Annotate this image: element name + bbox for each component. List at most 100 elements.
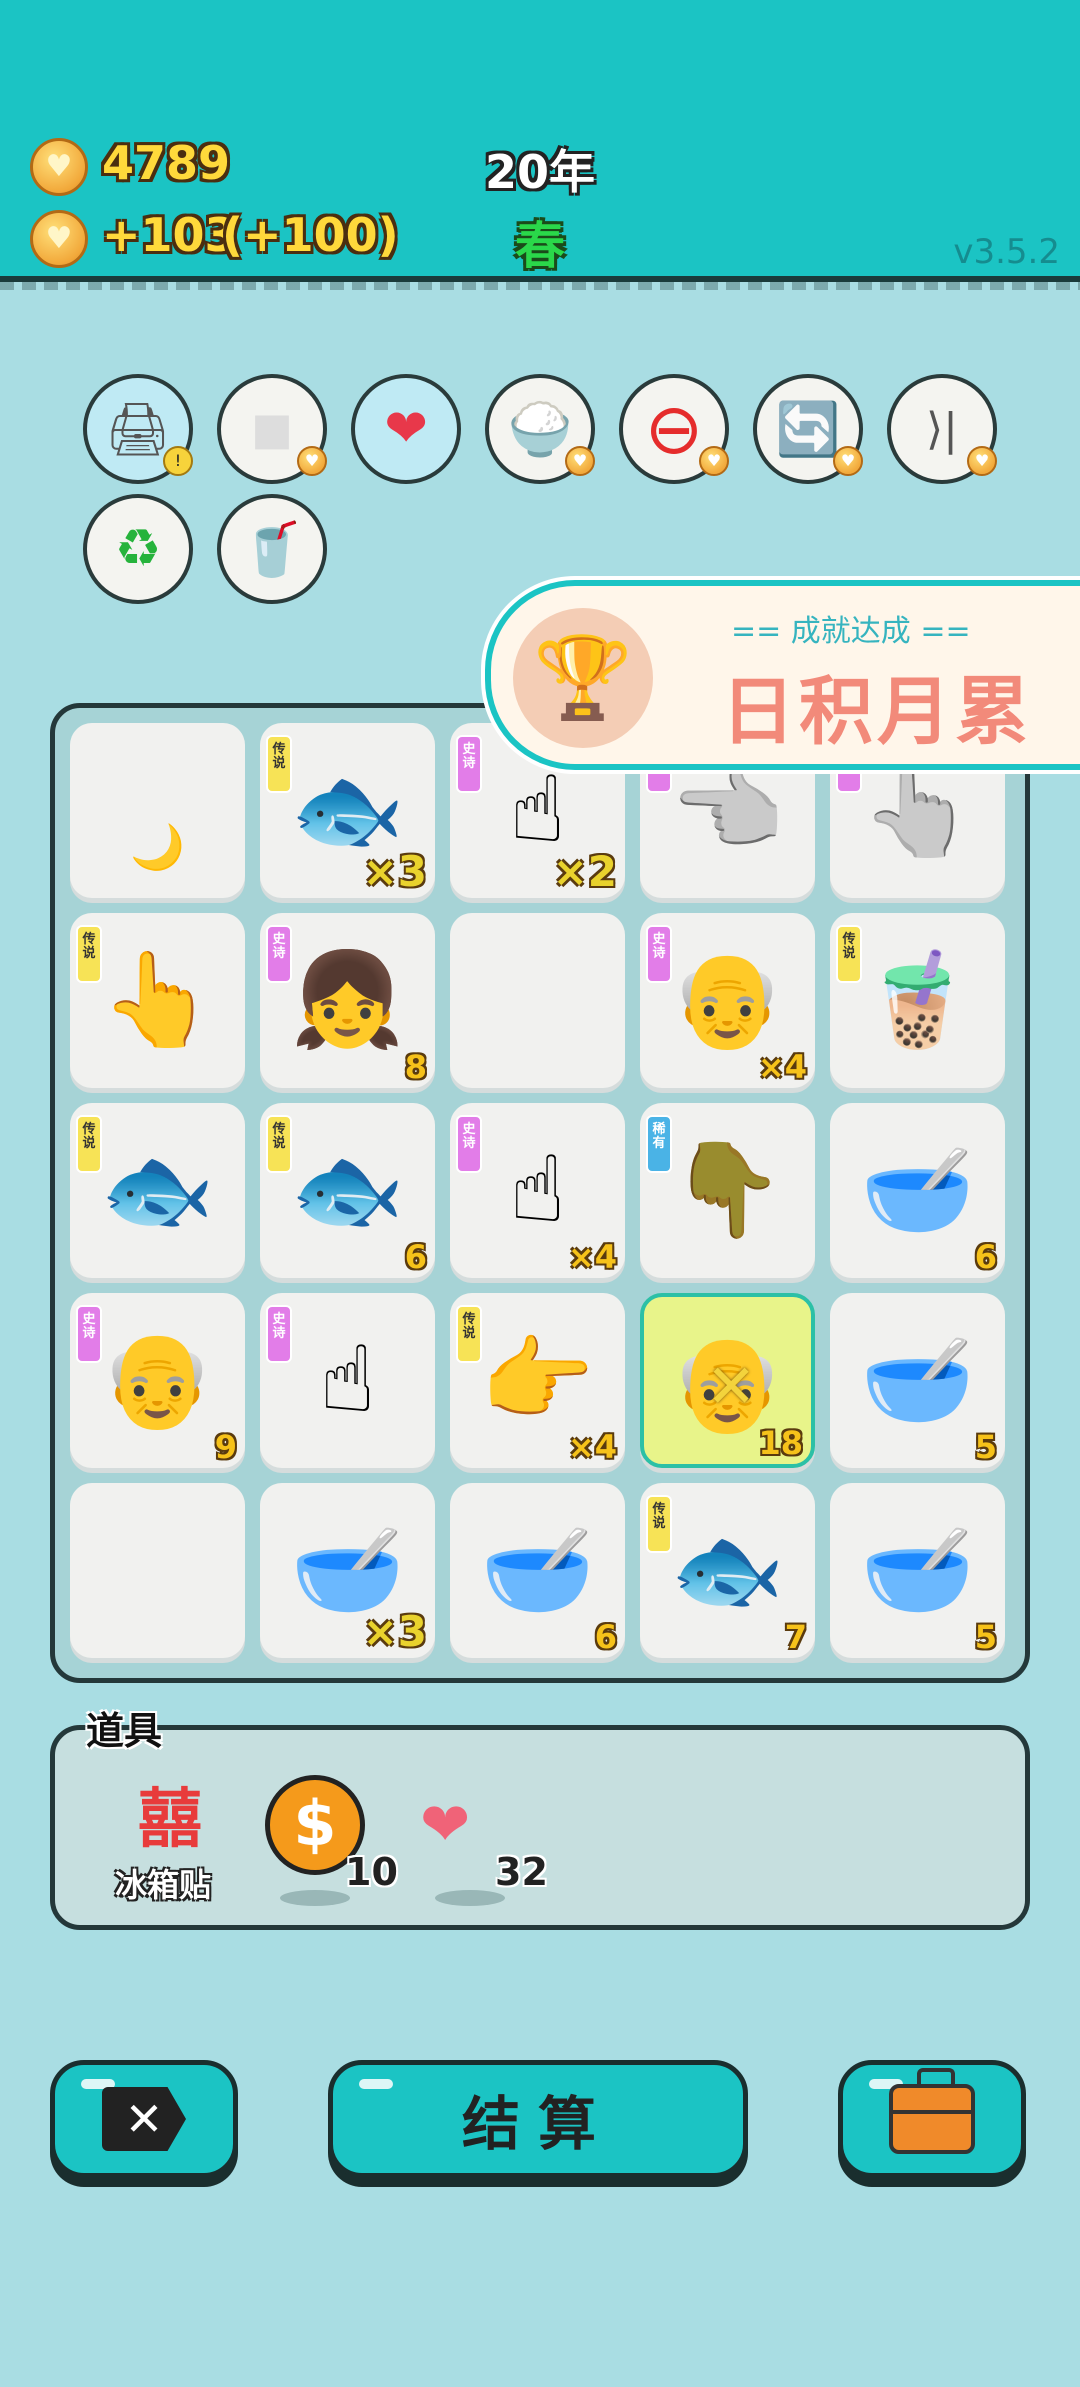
bubble-tea-tool-button[interactable]: 🥤 bbox=[217, 494, 327, 604]
sugar-cubes-tool-button[interactable]: ◼ ♥ bbox=[217, 374, 327, 484]
recycle-bag-icon: ♻ bbox=[114, 519, 162, 579]
moon-icon: 🌙 bbox=[130, 822, 185, 873]
item-count: ×4 bbox=[567, 1238, 617, 1276]
green-hat-man-icon: 👴 bbox=[100, 1326, 215, 1433]
briefcase-icon bbox=[889, 2068, 975, 2154]
pointing-hand-gray-icon: ☝ bbox=[319, 1326, 376, 1433]
board-cell[interactable]: 传说 👉 ×4 bbox=[450, 1293, 625, 1468]
version-label: v3.5.2 bbox=[953, 232, 1060, 272]
board-cell[interactable]: 史诗 ☝ bbox=[260, 1293, 435, 1468]
achievement-subtitle: == 成就达成 == bbox=[731, 614, 971, 649]
heart-fan-tool-button[interactable]: ❤ bbox=[351, 374, 461, 484]
soup-bowl-icon: 🥣 bbox=[860, 1516, 975, 1623]
board-cell[interactable]: 🥣 6 bbox=[450, 1483, 625, 1658]
pointing-hand-gold-icon: 👉 bbox=[480, 1326, 595, 1433]
props-label: 道具 bbox=[86, 1709, 163, 1753]
income-bonus: (+100) bbox=[222, 208, 399, 262]
board-cell[interactable]: 👴 18 ✕ bbox=[640, 1293, 815, 1468]
board-cell[interactable]: 稀有 👇 bbox=[640, 1103, 815, 1278]
item-count: ×2 bbox=[552, 847, 617, 896]
board-cell[interactable]: 传说 🐟 7 bbox=[640, 1483, 815, 1658]
green-hat-man-icon: 👴 bbox=[670, 946, 785, 1053]
liver-icon[interactable]: ❤ bbox=[420, 1790, 470, 1860]
item-count: 9 bbox=[214, 1428, 237, 1466]
koi-fish-icon: 🐟 bbox=[100, 1136, 215, 1243]
board-cell[interactable]: 传说 🐟 bbox=[70, 1103, 245, 1278]
remove-tool-button[interactable]: ⊖ ♥ bbox=[619, 374, 729, 484]
item-count: 7 bbox=[784, 1618, 807, 1656]
liver-prop-count: 32 bbox=[495, 1850, 548, 1894]
board-cell[interactable]: 🥣 5 bbox=[830, 1293, 1005, 1468]
board-cell[interactable]: 🥣 5 bbox=[830, 1483, 1005, 1658]
item-count: 18 bbox=[758, 1424, 803, 1462]
rice-bowl-tool-button[interactable]: 🍚 ♥ bbox=[485, 374, 595, 484]
board-cell[interactable]: 史诗 👴 9 bbox=[70, 1293, 245, 1468]
item-count: 5 bbox=[974, 1618, 997, 1656]
bag-button[interactable] bbox=[838, 2060, 1026, 2178]
soup-bowl-icon: 🥣 bbox=[480, 1516, 595, 1623]
item-count: 6 bbox=[404, 1238, 427, 1276]
board-cell[interactable]: 传说 🐟 ×3 bbox=[260, 723, 435, 898]
skip-icon: ⟩| bbox=[926, 403, 958, 455]
board-cell[interactable]: 史诗 👧 8 bbox=[260, 913, 435, 1088]
printer-tool-button[interactable]: 🖨 ! bbox=[83, 374, 193, 484]
board-cell[interactable]: 传说 👆 bbox=[70, 913, 245, 1088]
trophy-icon: 🏆 bbox=[513, 608, 653, 748]
sugar-cubes-icon: ◼ bbox=[250, 399, 294, 459]
fridge-magnet-label: 冰箱贴 bbox=[115, 1866, 212, 1904]
item-count: 8 bbox=[404, 1048, 427, 1086]
board-cell[interactable] bbox=[450, 913, 625, 1088]
settle-button[interactable]: 结算 bbox=[328, 2060, 748, 2178]
achievement-title: 日积月累 bbox=[721, 669, 1033, 755]
girl-braids-icon: 👧 bbox=[290, 946, 405, 1053]
koi-fish-icon: 🐟 bbox=[290, 1136, 405, 1243]
props-panel: 囍 冰箱贴 $ 10 ❤ 32 bbox=[50, 1725, 1030, 1930]
coin-badge-icon: ♥ bbox=[565, 446, 595, 476]
printer-icon: 🖨 bbox=[104, 399, 171, 460]
board-cell[interactable]: 传说 🐟 6 bbox=[260, 1103, 435, 1278]
koi-fish-icon: 🐟 bbox=[670, 1516, 785, 1623]
refresh-tool-button[interactable]: 🔄 ♥ bbox=[753, 374, 863, 484]
exit-icon: ✕ bbox=[102, 2087, 186, 2151]
board-cell[interactable]: 🥣 6 bbox=[830, 1103, 1005, 1278]
achievement-toast: 🏆 == 成就达成 == 日积月累 bbox=[485, 580, 1080, 770]
fridge-magnet-icon[interactable]: 囍 bbox=[130, 1785, 210, 1855]
sparkle-cross-icon: ✕ bbox=[706, 1352, 757, 1422]
soup-bowl-icon: 🥣 bbox=[860, 1326, 975, 1433]
bubble-tea-icon: 🥤 bbox=[239, 519, 305, 580]
year-label: 20年 bbox=[484, 145, 595, 199]
item-count: ×3 bbox=[362, 847, 427, 896]
exit-button[interactable]: ✕ bbox=[50, 2060, 238, 2178]
item-count: ×4 bbox=[757, 1048, 807, 1086]
board-cell[interactable]: 🥣 ×3 bbox=[260, 1483, 435, 1658]
pointing-hand-brown-icon: 👇 bbox=[670, 1136, 785, 1243]
warning-icon: ! bbox=[163, 446, 193, 476]
coin-badge-icon: ♥ bbox=[967, 446, 997, 476]
pointing-hand-gold-icon: 👆 bbox=[100, 946, 215, 1053]
rice-bowl-icon: 🍚 bbox=[507, 399, 573, 460]
coin-badge-icon: ♥ bbox=[833, 446, 863, 476]
coin-shadow bbox=[280, 1890, 350, 1906]
pointing-hand-gray-icon: 👆 bbox=[860, 756, 975, 863]
board-cell[interactable] bbox=[70, 1483, 245, 1658]
item-count: 5 bbox=[974, 1428, 997, 1466]
recycle-bag-tool-button[interactable]: ♻ bbox=[83, 494, 193, 604]
skip-tool-button[interactable]: ⟩| ♥ bbox=[887, 374, 997, 484]
board-cell[interactable]: 🌙 bbox=[70, 723, 245, 898]
coin-icon bbox=[30, 138, 88, 196]
board-cell[interactable]: 传说 🧋 bbox=[830, 913, 1005, 1088]
coin-prop-count: 10 bbox=[345, 1850, 398, 1894]
soup-bowl-icon: 🥣 bbox=[860, 1136, 975, 1243]
refresh-icon: 🔄 bbox=[775, 399, 841, 460]
board-cell[interactable]: 史诗 ☝ ×4 bbox=[450, 1103, 625, 1278]
item-count: 6 bbox=[594, 1618, 617, 1656]
coin-badge-icon: ♥ bbox=[297, 446, 327, 476]
top-status-bar: 4789 +103 (+100) 20年 春 v3.5.2 bbox=[0, 0, 1080, 290]
minus-circle-icon: ⊖ bbox=[644, 388, 704, 470]
bubble-tea-icon: 🧋 bbox=[860, 946, 975, 1053]
board-cell[interactable]: 史诗 👴 ×4 bbox=[640, 913, 815, 1088]
heart-fan-icon: ❤ bbox=[384, 399, 428, 459]
income-coin-icon bbox=[30, 210, 88, 268]
season-label: 春 bbox=[515, 217, 565, 275]
item-count: ×4 bbox=[567, 1428, 617, 1466]
